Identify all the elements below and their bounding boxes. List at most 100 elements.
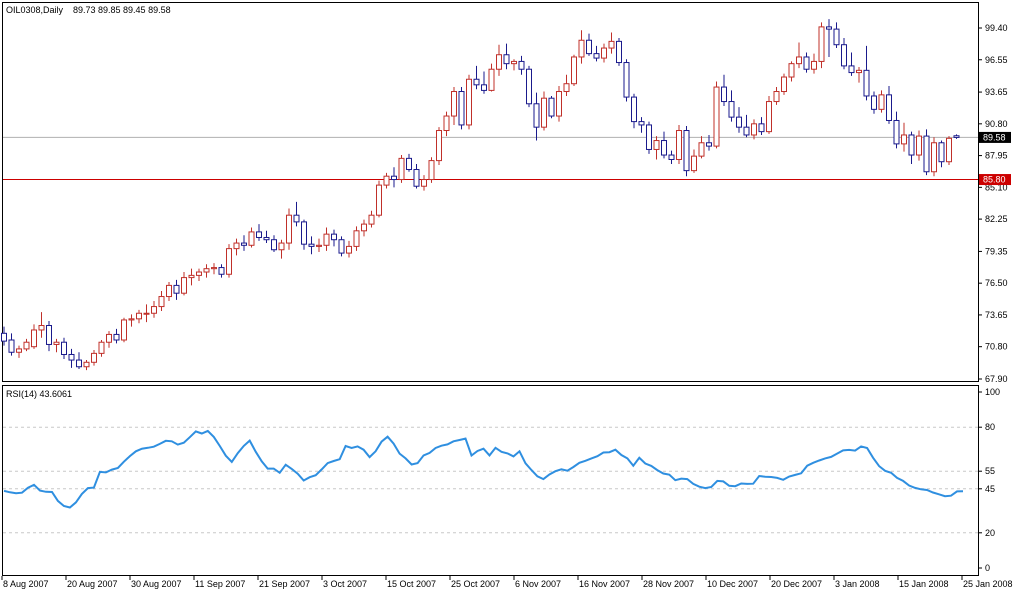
candle bbox=[878, 90, 885, 113]
x-tick-label: 25 Jan 2008 bbox=[963, 579, 1013, 589]
candle-body bbox=[31, 329, 37, 348]
candle bbox=[863, 45, 870, 101]
candle-body bbox=[893, 119, 900, 145]
rsi-y-axis: 100 80 55 45 20 0 bbox=[978, 387, 1000, 573]
candle-body bbox=[578, 39, 585, 58]
x-tick-label: 3 Jan 2008 bbox=[835, 579, 880, 589]
candle-body bbox=[856, 69, 862, 74]
x-tick-label: 6 Nov 2007 bbox=[515, 579, 561, 589]
candle bbox=[278, 239, 285, 259]
candle-body bbox=[608, 40, 615, 49]
candle-body bbox=[166, 284, 172, 298]
candle-body bbox=[316, 244, 322, 247]
price-tick-label: 96.55 bbox=[985, 55, 1008, 65]
rsi-panel-frame bbox=[2, 385, 979, 576]
candle-body bbox=[601, 47, 607, 59]
candle bbox=[31, 324, 37, 349]
candle-body bbox=[368, 214, 375, 225]
candle bbox=[413, 163, 420, 189]
candle-body bbox=[128, 318, 135, 321]
candle bbox=[331, 229, 337, 247]
candle bbox=[796, 42, 802, 69]
candle-body bbox=[61, 341, 67, 355]
candle-body bbox=[443, 115, 450, 132]
candle-body bbox=[436, 130, 442, 162]
candle-body bbox=[526, 68, 532, 105]
ohlc-label: 89.73 89.85 89.45 89.58 bbox=[73, 5, 171, 15]
x-tick-label: 28 Nov 2007 bbox=[643, 579, 694, 589]
candle-body bbox=[181, 277, 187, 294]
candle-body bbox=[338, 239, 345, 254]
candle bbox=[218, 264, 225, 278]
candle-body bbox=[758, 123, 765, 133]
price-tick-label: 70.80 bbox=[985, 342, 1008, 352]
candle bbox=[608, 32, 615, 54]
candle bbox=[361, 219, 367, 237]
candle bbox=[53, 338, 60, 353]
candle bbox=[263, 230, 270, 244]
candle-body bbox=[226, 248, 232, 275]
candle bbox=[683, 126, 690, 177]
candle bbox=[76, 352, 82, 369]
candle-body bbox=[496, 54, 502, 70]
candle-body bbox=[518, 60, 525, 70]
candle-body bbox=[773, 91, 780, 103]
candle bbox=[316, 238, 322, 252]
candle-body bbox=[946, 137, 952, 163]
candle bbox=[556, 85, 562, 122]
candle bbox=[136, 309, 142, 324]
candle bbox=[661, 131, 667, 159]
candle bbox=[803, 52, 810, 73]
candle-body bbox=[98, 341, 105, 354]
candle-body bbox=[1, 332, 7, 342]
candle-body bbox=[8, 339, 15, 353]
candle-body bbox=[863, 69, 870, 97]
time-x-axis: 8 Aug 2007 20 Aug 2007 30 Aug 2007 11 Sep 2… bbox=[1, 576, 1013, 589]
candle bbox=[698, 136, 705, 159]
candle bbox=[158, 290, 165, 312]
candle bbox=[143, 304, 150, 323]
candle-body bbox=[683, 130, 690, 172]
candle-body bbox=[451, 91, 457, 117]
candle bbox=[826, 19, 832, 57]
symbol-label: OIL0308,Daily bbox=[6, 5, 64, 15]
price-tick-label: 93.65 bbox=[985, 87, 1008, 97]
candle bbox=[38, 312, 45, 338]
candle-body bbox=[616, 40, 622, 64]
candle bbox=[728, 90, 735, 122]
candle-body bbox=[803, 56, 810, 70]
candle-body bbox=[158, 296, 165, 308]
x-tick-label: 20 Dec 2007 bbox=[771, 579, 822, 589]
candle-body bbox=[556, 91, 562, 117]
candle-body bbox=[53, 341, 60, 345]
candle-body bbox=[503, 54, 510, 65]
candle bbox=[353, 226, 360, 251]
candle-body bbox=[878, 94, 885, 110]
candle-body bbox=[488, 68, 495, 91]
price-tick-label: 76.50 bbox=[985, 278, 1008, 288]
candle-body bbox=[68, 353, 75, 361]
x-tick-label: 16 Nov 2007 bbox=[579, 579, 630, 589]
candle-body bbox=[113, 333, 120, 341]
candle-body bbox=[653, 140, 660, 150]
candle-body bbox=[248, 231, 255, 246]
candle-body bbox=[83, 361, 90, 368]
candle bbox=[893, 111, 900, 149]
candle-body bbox=[256, 231, 262, 238]
candle bbox=[91, 350, 97, 366]
candle-body bbox=[308, 243, 315, 247]
candle bbox=[923, 129, 930, 176]
candle-body bbox=[143, 312, 150, 315]
candle-body bbox=[593, 53, 600, 59]
candle bbox=[743, 114, 750, 138]
candle-body bbox=[16, 348, 22, 353]
candle bbox=[106, 331, 112, 348]
candle bbox=[338, 236, 345, 257]
candle bbox=[308, 236, 315, 255]
candle bbox=[631, 93, 637, 129]
candle-body bbox=[871, 95, 877, 110]
rsi-tick-label: 20 bbox=[985, 528, 995, 538]
candle-body bbox=[211, 267, 217, 270]
candle-body bbox=[848, 65, 855, 74]
candle bbox=[496, 44, 502, 76]
